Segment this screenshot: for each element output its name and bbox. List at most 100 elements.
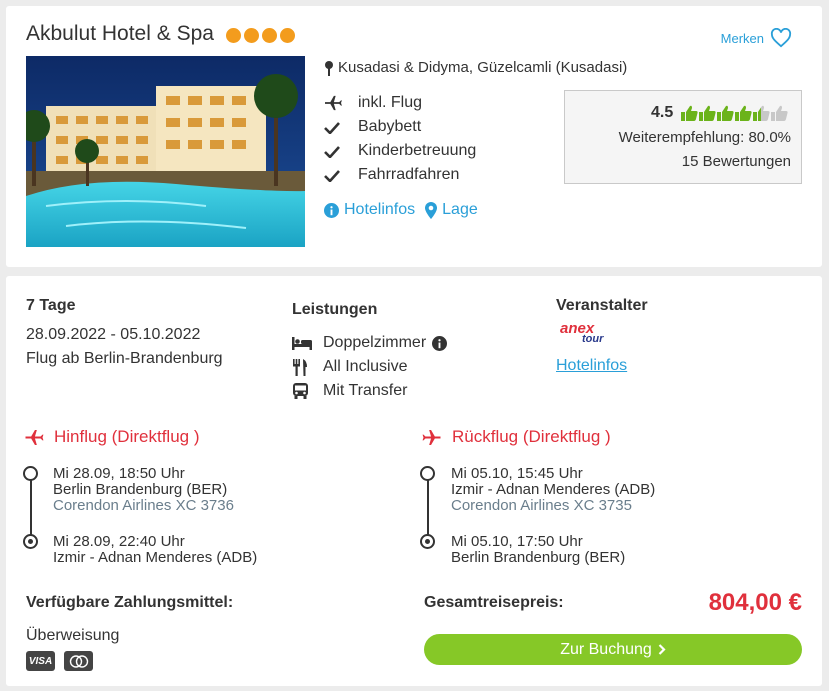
mastercard-icon (64, 651, 93, 671)
hinflug-header: Hinflug (Direktflug ) (24, 427, 200, 447)
bus-icon (292, 382, 323, 400)
feature-babybett: Babybett (324, 115, 476, 139)
hotelinfos-label: Hotelinfos (344, 201, 416, 218)
hotel-card: Akbulut Hotel & Spa Merken Kusadasi & Di… (6, 6, 822, 267)
leistung-label: All Inclusive (323, 358, 408, 375)
check-icon (324, 121, 358, 134)
leistungen-list: Doppelzimmer All Inclusive Mit Transfer (292, 331, 448, 403)
booking-button-label: Zur Buchung (560, 640, 652, 658)
hinflug-arrival: Mi 28.09, 22:40 Uhr Izmir - Adnan Mender… (53, 534, 257, 566)
check-icon (324, 169, 358, 182)
payment-method: Überweisung (26, 627, 120, 644)
leistung-label: Mit Transfer (323, 382, 408, 399)
hotel-links: Hotelinfos Lage (324, 201, 478, 219)
veranstalter-title: Veranstalter (556, 297, 648, 314)
hotel-image (26, 56, 305, 247)
logo-tour-text: tour (582, 333, 604, 345)
cutlery-icon (292, 358, 323, 376)
rueckflug-airline: Corendon Airlines XC 3735 (451, 497, 632, 514)
rueckflug-arr-time: Mi 05.10, 17:50 Uhr (451, 533, 583, 550)
rueckflug-departure: Mi 05.10, 15:45 Uhr Izmir - Adnan Mender… (451, 466, 655, 514)
recommendation-rate: Weiterempfehlung: 80.0% (618, 129, 791, 146)
departure-airport: Flug ab Berlin-Brandenburg (26, 350, 223, 367)
chevron-right-icon (658, 644, 666, 655)
check-icon (324, 145, 358, 158)
rueckflug-title: Rückflug (Direktflug ) (452, 427, 611, 446)
leistung-label: Doppelzimmer (323, 334, 427, 351)
leistungen-title: Leistungen (292, 301, 378, 318)
hotel-name[interactable]: Akbulut Hotel & Spa (26, 22, 214, 46)
hinflug-arr-time: Mi 28.09, 22:40 Uhr (53, 533, 185, 550)
total-label: Gesamtreisepreis: (424, 594, 564, 611)
plane-icon (25, 429, 44, 445)
rating-summary: 4.5 (651, 104, 788, 122)
thumb-up-icon (699, 105, 716, 121)
rueckflug-dep-airport: Izmir - Adnan Menderes (ADB) (451, 481, 656, 498)
plane-icon (422, 429, 441, 445)
thumb-up-icon (717, 105, 734, 121)
plane-icon (324, 95, 358, 111)
star-icon (244, 28, 259, 43)
info-icon[interactable] (432, 335, 448, 351)
leistung-transfer: Mit Transfer (292, 379, 447, 403)
star-icon (280, 28, 295, 43)
anex-tour-logo: anex tour (558, 321, 618, 347)
feature-flight: inkl. Flug (324, 91, 476, 115)
thumb-empty-icon (771, 105, 788, 121)
payment-title: Verfügbare Zahlungsmittel: (26, 594, 234, 611)
thumb-half-icon (753, 105, 770, 121)
hinflug-title: Hinflug (Direktflug ) (54, 427, 200, 446)
feature-kinderbetreuung: Kinderbetreuung (324, 139, 476, 163)
hotel-location: Kusadasi & Didyma, Güzelcamli (Kusadasi) (324, 59, 627, 76)
hinflug-dep-airport: Berlin Brandenburg (BER) (53, 481, 228, 498)
lage-label: Lage (442, 201, 478, 218)
rueckflug-dep-time: Mi 05.10, 15:45 Uhr (451, 465, 583, 482)
hinflug-dep-marker (23, 466, 38, 481)
feature-label: inkl. Flug (358, 94, 423, 111)
hinflug-timeline (30, 475, 32, 543)
star-icon (226, 28, 241, 43)
thumbs-rating (681, 105, 788, 121)
rueckflug-arrival: Mi 05.10, 17:50 Uhr Berlin Brandenburg (… (451, 534, 625, 566)
thumb-up-icon (735, 105, 752, 121)
trip-dates: 28.09.2022 - 05.10.2022 (26, 326, 201, 343)
map-marker-icon (425, 201, 438, 219)
lage-link[interactable]: Lage (425, 201, 478, 219)
bed-icon (292, 336, 323, 350)
hinflug-departure: Mi 28.09, 18:50 Uhr Berlin Brandenburg (… (53, 466, 234, 514)
hotel-photo[interactable] (26, 56, 305, 247)
rueckflug-header: Rückflug (Direktflug ) (422, 427, 611, 447)
star-icon (262, 28, 277, 43)
rueckflug-arr-marker (420, 534, 435, 549)
hinflug-airline: Corendon Airlines XC 3736 (53, 497, 234, 514)
veranstalter-hotelinfos-link[interactable]: Hotelinfos (556, 357, 627, 375)
location-text: Kusadasi & Didyma, Güzelcamli (Kusadasi) (338, 59, 628, 76)
hotel-stars (226, 28, 295, 43)
feature-label: Babybett (358, 118, 422, 135)
merken-button[interactable]: Merken (721, 28, 792, 48)
map-pin-icon (325, 60, 333, 76)
total-price: 804,00 € (708, 589, 802, 616)
trip-duration: 7 Tage (26, 297, 76, 314)
offer-card: 7 Tage 28.09.2022 - 05.10.2022 Flug ab B… (6, 276, 822, 686)
leistung-board: All Inclusive (292, 355, 447, 379)
hotelinfos-link[interactable]: Hotelinfos (324, 201, 415, 219)
rueckflug-timeline (427, 475, 429, 543)
feature-list: inkl. Flug Babybett Kinderbetreuung Fahr… (324, 91, 476, 187)
leistung-room: Doppelzimmer (292, 331, 448, 355)
info-icon (324, 202, 339, 218)
hinflug-arr-airport: Izmir - Adnan Menderes (ADB) (53, 549, 258, 566)
review-count: 15 Bewertungen (681, 153, 791, 170)
hinflug-dep-time: Mi 28.09, 18:50 Uhr (53, 465, 185, 482)
feature-fahrradfahren: Fahrradfahren (324, 163, 476, 187)
feature-label: Kinderbetreuung (358, 142, 477, 159)
hinflug-arr-marker (23, 534, 38, 549)
feature-label: Fahrradfahren (358, 166, 460, 183)
visa-icon: VISA (26, 651, 55, 671)
rating-score: 4.5 (651, 104, 674, 121)
thumb-up-icon (681, 105, 698, 121)
rueckflug-dep-marker (420, 466, 435, 481)
rating-box[interactable]: 4.5 Weiterempfehlung: 80.0% 15 Bewertung… (564, 90, 802, 184)
heart-icon (770, 28, 792, 48)
zur-buchung-button[interactable]: Zur Buchung (424, 634, 802, 665)
